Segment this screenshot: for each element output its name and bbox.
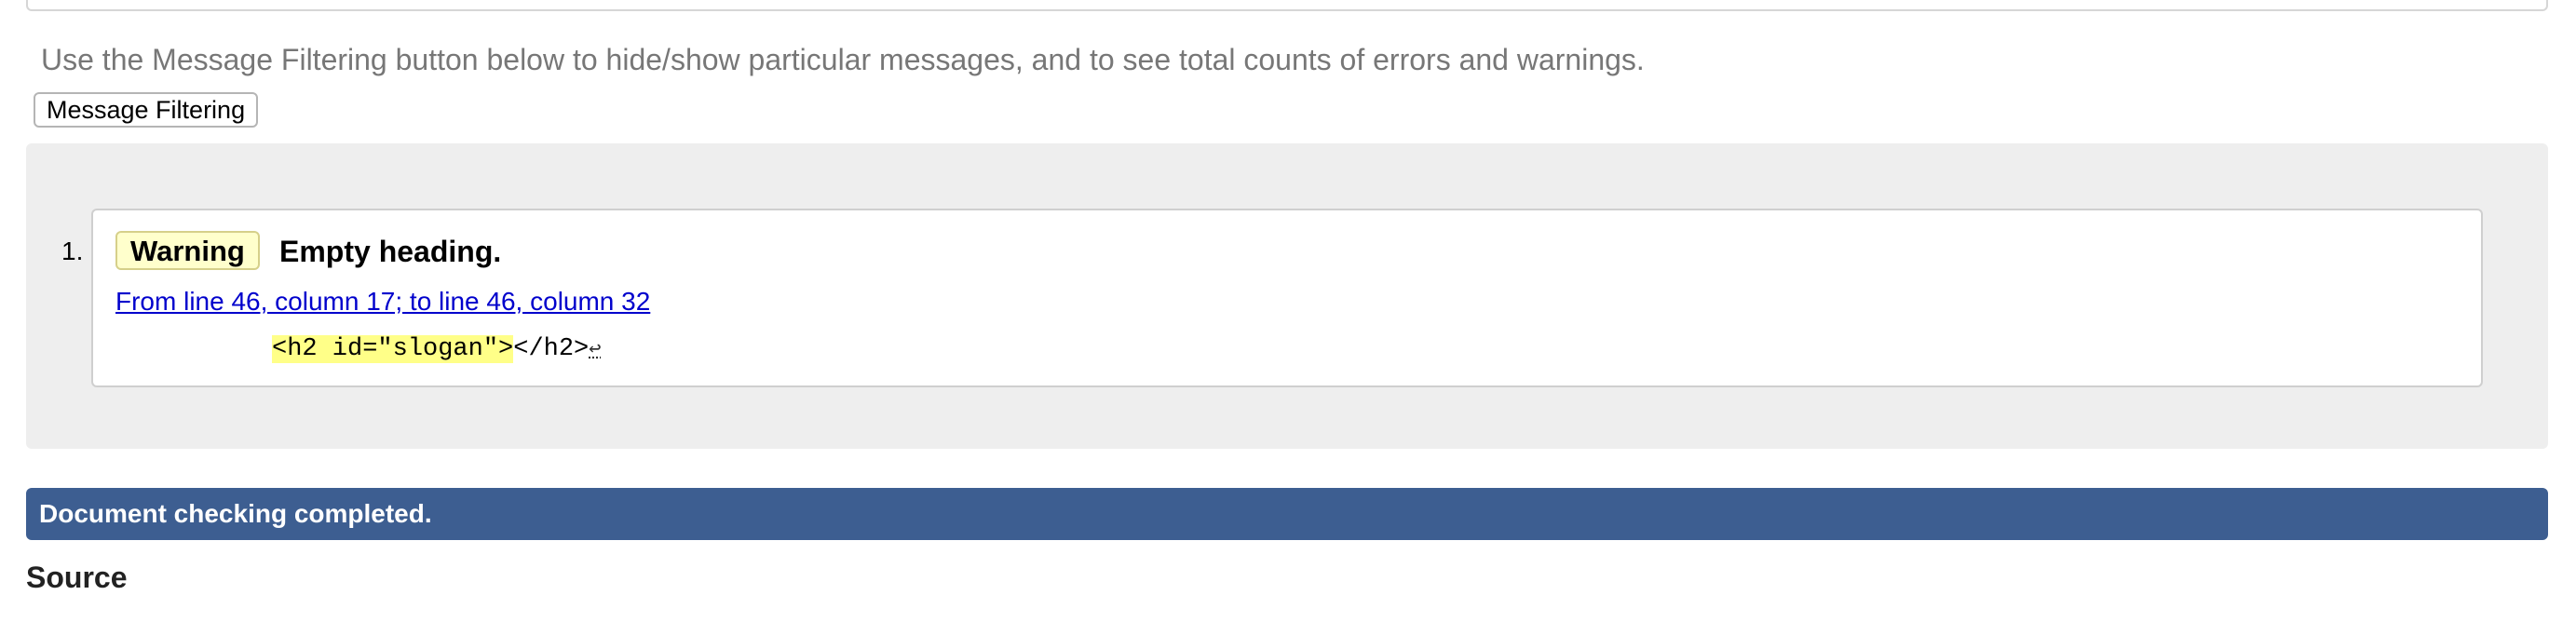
message-filtering-button[interactable]: Message Filtering	[34, 92, 259, 128]
message-title: Empty heading.	[279, 235, 502, 268]
filtering-instructions: Use the Message Filtering button below t…	[41, 43, 1645, 76]
code-highlight: <h2 id="slogan">	[272, 335, 514, 363]
top-input-box-edge	[26, 0, 2548, 11]
status-bar: Document checking completed.	[26, 488, 2548, 540]
message-card: Warning Empty heading. From line 46, col…	[91, 209, 2483, 387]
source-location-link[interactable]: From line 46, column 17; to line 46, col…	[115, 287, 650, 317]
warning-badge: Warning	[115, 231, 260, 270]
validator-results-page: Use the Message Filtering button below t…	[0, 0, 2576, 622]
code-extract: <h2 id="slogan"></h2>↩	[272, 335, 602, 363]
results-panel: 1. Warning Empty heading. From line 46, …	[26, 143, 2548, 449]
message-number: 1.	[61, 237, 84, 265]
code-rest: </h2>	[513, 335, 590, 363]
line-return-icon: ↩	[589, 338, 602, 361]
source-heading: Source	[26, 561, 128, 594]
